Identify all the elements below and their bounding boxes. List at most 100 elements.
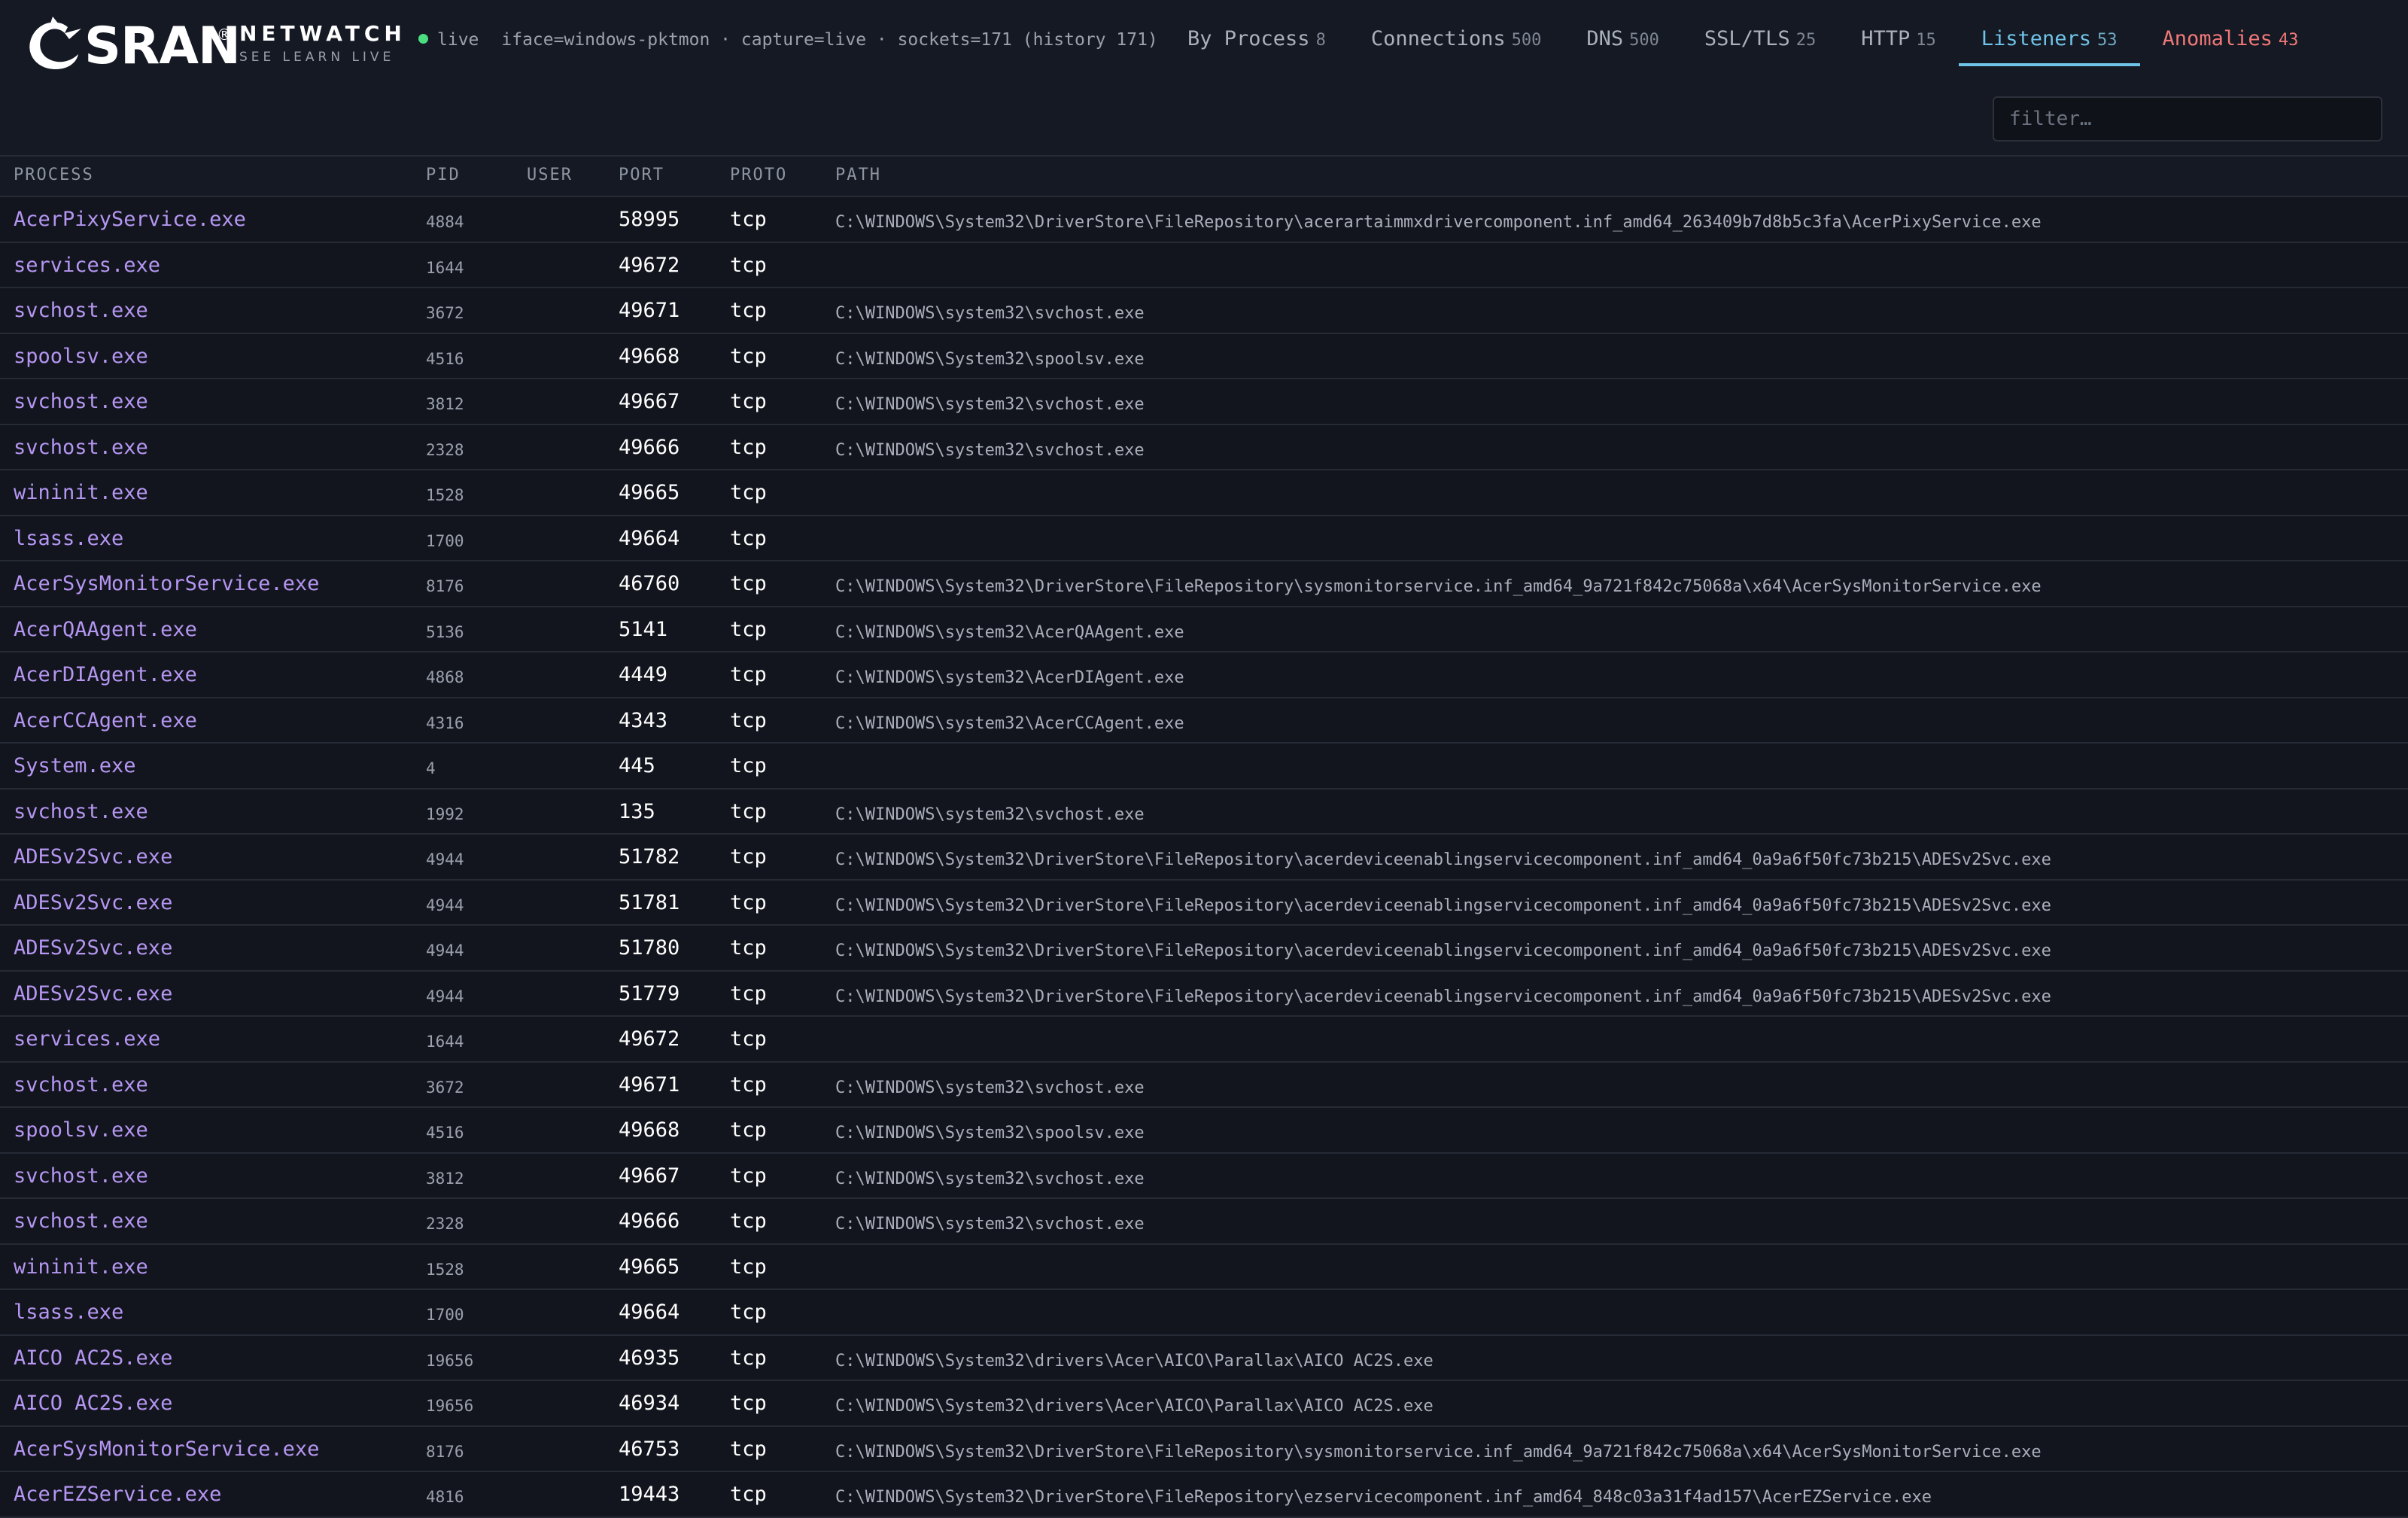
- table-row[interactable]: AICO AC2S.exe 19656 46934 tcp C:\WINDOWS\Sys…: [0, 1381, 2408, 1427]
- column-header-path[interactable]: PATH: [835, 166, 881, 184]
- tab-label: By Process: [1187, 27, 1310, 50]
- table-row[interactable]: ADESv2Svc.exe 4944 51780 tcp C:\WINDOWS\Syst…: [0, 926, 2408, 972]
- process-name[interactable]: AcerPixyService.exe: [14, 208, 246, 231]
- process-name[interactable]: svchost.exe: [14, 1209, 148, 1233]
- table-row[interactable]: svchost.exe 2328 49666 tcp C:\WINDOWS\system…: [0, 1199, 2408, 1245]
- table-row[interactable]: svchost.exe 1992 135 tcp C:\WINDOWS\system32…: [0, 789, 2408, 835]
- pid-cell: 5136: [426, 622, 464, 641]
- table-row[interactable]: AcerPixyService.exe 4884 58995 tcp C:\WINDOW…: [0, 197, 2408, 243]
- port-cell: 51781: [619, 890, 680, 914]
- path-cell: C:\WINDOWS\system32\svchost.exe: [835, 395, 1145, 414]
- table-row[interactable]: ADESv2Svc.exe 4944 51781 tcp C:\WINDOWS\Syst…: [0, 880, 2408, 926]
- table-row[interactable]: ADESv2Svc.exe 4944 51779 tcp C:\WINDOWS\Syst…: [0, 971, 2408, 1017]
- process-name[interactable]: svchost.exe: [14, 390, 148, 413]
- tab-count: 8: [1315, 31, 1326, 50]
- tab-ssl-tls[interactable]: SSL/TLS 25: [1682, 0, 1838, 66]
- proto-cell: tcp: [730, 936, 767, 960]
- table-row[interactable]: lsass.exe 1700 49664 tcp: [0, 1290, 2408, 1336]
- proto-cell: tcp: [730, 799, 767, 823]
- process-name[interactable]: wininit.exe: [14, 481, 148, 504]
- table-row[interactable]: AICO AC2S.exe 19656 46935 tcp C:\WINDOWS\Sys…: [0, 1335, 2408, 1381]
- tab-dns[interactable]: DNS 500: [1564, 0, 1682, 66]
- tab-anomalies[interactable]: Anomalies 43: [2140, 0, 2321, 66]
- process-name[interactable]: AcerDIAgent.exe: [14, 663, 197, 686]
- tab-connections[interactable]: Connections 500: [1348, 0, 1564, 66]
- pid-cell: 1644: [426, 1033, 464, 1051]
- table-row[interactable]: System.exe 4 445 tcp: [0, 744, 2408, 789]
- process-name[interactable]: svchost.exe: [14, 436, 148, 459]
- process-name[interactable]: svchost.exe: [14, 299, 148, 322]
- port-cell: 49666: [619, 1209, 680, 1233]
- process-name[interactable]: services.exe: [14, 1027, 160, 1051]
- process-name[interactable]: System.exe: [14, 754, 136, 777]
- tab-count: 500: [1629, 31, 1659, 50]
- process-name[interactable]: spoolsv.exe: [14, 1118, 148, 1142]
- brand-tagline: SEE LEARN LIVE: [239, 50, 395, 65]
- process-name[interactable]: AcerSysMonitorService.exe: [14, 1437, 319, 1461]
- table-row[interactable]: services.exe 1644 49672 tcp: [0, 1017, 2408, 1063]
- table-row[interactable]: svchost.exe 3812 49667 tcp C:\WINDOWS\system…: [0, 379, 2408, 425]
- port-cell: 51779: [619, 981, 680, 1005]
- path-cell: C:\WINDOWS\system32\AcerCCAgent.exe: [835, 713, 1184, 733]
- process-name[interactable]: services.exe: [14, 254, 160, 277]
- tab-by-process[interactable]: By Process 8: [1165, 0, 1348, 66]
- pid-cell: 1528: [426, 1260, 464, 1279]
- process-name[interactable]: wininit.exe: [14, 1255, 148, 1279]
- pid-cell: 4516: [426, 349, 464, 368]
- path-cell: C:\WINDOWS\system32\svchost.exe: [835, 1169, 1145, 1188]
- process-name[interactable]: AICO AC2S.exe: [14, 1392, 172, 1415]
- pid-cell: 2328: [426, 440, 464, 459]
- table-row[interactable]: services.exe 1644 49672 tcp: [0, 242, 2408, 288]
- table-row[interactable]: AcerQAAgent.exe 5136 5141 tcp C:\WINDOWS\sys…: [0, 607, 2408, 653]
- pid-cell: 4: [426, 759, 436, 777]
- table-row[interactable]: spoolsv.exe 4516 49668 tcp C:\WINDOWS\System…: [0, 333, 2408, 379]
- brand-logo: SRAN ® NETWATCH SEE LEARN LIVE: [23, 12, 402, 75]
- table-row[interactable]: AcerEZService.exe 4816 19443 tcp C:\WINDOWS\…: [0, 1472, 2408, 1518]
- path-cell: C:\WINDOWS\system32\svchost.exe: [835, 1215, 1145, 1234]
- path-cell: C:\WINDOWS\System32\DriverStore\FileRepo…: [835, 1488, 1932, 1507]
- process-name[interactable]: AcerQAAgent.exe: [14, 618, 197, 641]
- filter-input[interactable]: [1993, 96, 2382, 141]
- process-name[interactable]: lsass.exe: [14, 527, 123, 550]
- process-name[interactable]: svchost.exe: [14, 1073, 148, 1097]
- column-header-port[interactable]: PORT: [619, 166, 664, 184]
- listeners-table: PROCESS PID USER PORT PROTO PATH AcerPix…: [0, 157, 2408, 1518]
- process-name[interactable]: AICO AC2S.exe: [14, 1346, 172, 1370]
- table-row[interactable]: svchost.exe 2328 49666 tcp C:\WINDOWS\system…: [0, 424, 2408, 470]
- process-name[interactable]: svchost.exe: [14, 1164, 148, 1188]
- path-cell: C:\WINDOWS\system32\svchost.exe: [835, 1078, 1145, 1097]
- tab-http[interactable]: HTTP 15: [1838, 0, 1959, 66]
- column-header-proto[interactable]: PROTO: [730, 166, 787, 184]
- table-row[interactable]: wininit.exe 1528 49665 tcp: [0, 470, 2408, 516]
- process-name[interactable]: lsass.exe: [14, 1300, 123, 1324]
- process-name[interactable]: ADESv2Svc.exe: [14, 936, 172, 960]
- table-row[interactable]: spoolsv.exe 4516 49668 tcp C:\WINDOWS\System…: [0, 1108, 2408, 1154]
- table-row[interactable]: AcerSysMonitorService.exe 8176 46760 tcp C:\…: [0, 561, 2408, 607]
- tab-bar: By Process 8 Connections 500 DNS 500 SSL/TL…: [1165, 0, 2321, 66]
- table-header: PROCESS PID USER PORT PROTO PATH: [0, 157, 2408, 197]
- tab-count: 500: [1511, 31, 1542, 50]
- column-header-user[interactable]: USER: [527, 166, 573, 184]
- table-row[interactable]: AcerDIAgent.exe 4868 4449 tcp C:\WINDOWS\sys…: [0, 653, 2408, 698]
- table-row[interactable]: wininit.exe 1528 49665 tcp: [0, 1244, 2408, 1290]
- table-row[interactable]: AcerCCAgent.exe 4316 4343 tcp C:\WINDOWS\sys…: [0, 698, 2408, 744]
- table-row[interactable]: svchost.exe 3812 49667 tcp C:\WINDOWS\system…: [0, 1153, 2408, 1199]
- process-name[interactable]: AcerEZService.exe: [14, 1483, 221, 1506]
- process-name[interactable]: AcerCCAgent.exe: [14, 709, 197, 732]
- process-name[interactable]: ADESv2Svc.exe: [14, 845, 172, 869]
- table-row[interactable]: AcerSysMonitorService.exe 8176 46753 tcp C:\…: [0, 1426, 2408, 1472]
- process-name[interactable]: AcerSysMonitorService.exe: [14, 572, 319, 595]
- table-row[interactable]: svchost.exe 3672 49671 tcp C:\WINDOWS\system…: [0, 288, 2408, 334]
- table-row[interactable]: lsass.exe 1700 49664 tcp: [0, 516, 2408, 561]
- proto-cell: tcp: [730, 390, 767, 413]
- table-row[interactable]: ADESv2Svc.exe 4944 51782 tcp C:\WINDOWS\Syst…: [0, 835, 2408, 881]
- process-name[interactable]: ADESv2Svc.exe: [14, 982, 172, 1005]
- table-row[interactable]: svchost.exe 3672 49671 tcp C:\WINDOWS\system…: [0, 1062, 2408, 1108]
- tab-listeners[interactable]: Listeners 53: [1958, 0, 2140, 66]
- process-name[interactable]: spoolsv.exe: [14, 345, 148, 368]
- column-header-pid[interactable]: PID: [426, 166, 461, 184]
- process-name[interactable]: ADESv2Svc.exe: [14, 891, 172, 914]
- tab-label: HTTP: [1861, 27, 1911, 50]
- process-name[interactable]: svchost.exe: [14, 800, 148, 823]
- column-header-process[interactable]: PROCESS: [14, 166, 94, 184]
